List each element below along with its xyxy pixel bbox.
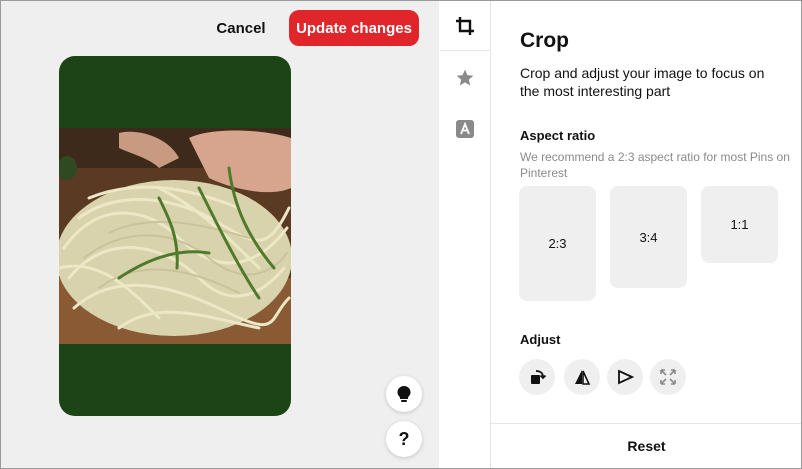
help-button[interactable]: ? (386, 421, 422, 457)
ratio-2-3-button[interactable]: 2:3 (519, 186, 596, 301)
flip-horizontal-button[interactable] (564, 359, 600, 395)
reset-button[interactable]: Reset (491, 424, 802, 468)
star-icon (456, 69, 474, 86)
aspect-ratio-label: Aspect ratio (520, 128, 596, 143)
adjust-label: Adjust (520, 332, 561, 347)
zucchini-noodles-photo (59, 128, 291, 344)
crop-icon (456, 16, 474, 35)
idea-button[interactable] (386, 376, 422, 412)
expand-icon (660, 369, 676, 385)
pin-preview[interactable] (59, 56, 291, 416)
update-changes-button[interactable]: Update changes (289, 10, 419, 46)
aspect-ratio-hint: We recommend a 2:3 aspect ratio for most… (520, 150, 790, 180)
tool-rail (440, 1, 490, 468)
expand-button[interactable] (650, 359, 686, 395)
flip-horizontal-icon (575, 370, 591, 385)
rail-item-text[interactable] (440, 104, 490, 154)
pin-image (59, 128, 291, 344)
panel-title: Crop (520, 29, 569, 52)
rail-item-stickers[interactable] (440, 53, 490, 103)
crop-panel: Crop Crop and adjust your image to focus… (490, 1, 802, 468)
flip-vertical-icon (618, 369, 634, 385)
text-icon (456, 120, 474, 138)
rotate-icon (531, 370, 546, 384)
rotate-button[interactable] (519, 359, 555, 395)
editor-canvas: Cancel Update changes ? (1, 1, 439, 468)
lightbulb-icon (397, 386, 411, 402)
ratio-3-4-button[interactable]: 3:4 (610, 186, 687, 288)
rail-item-crop[interactable] (440, 1, 490, 51)
cancel-button[interactable]: Cancel (207, 11, 275, 45)
flip-vertical-button[interactable] (607, 359, 643, 395)
ratio-1-1-button[interactable]: 1:1 (701, 186, 778, 263)
panel-description: Crop and adjust your image to focus on t… (520, 65, 765, 99)
